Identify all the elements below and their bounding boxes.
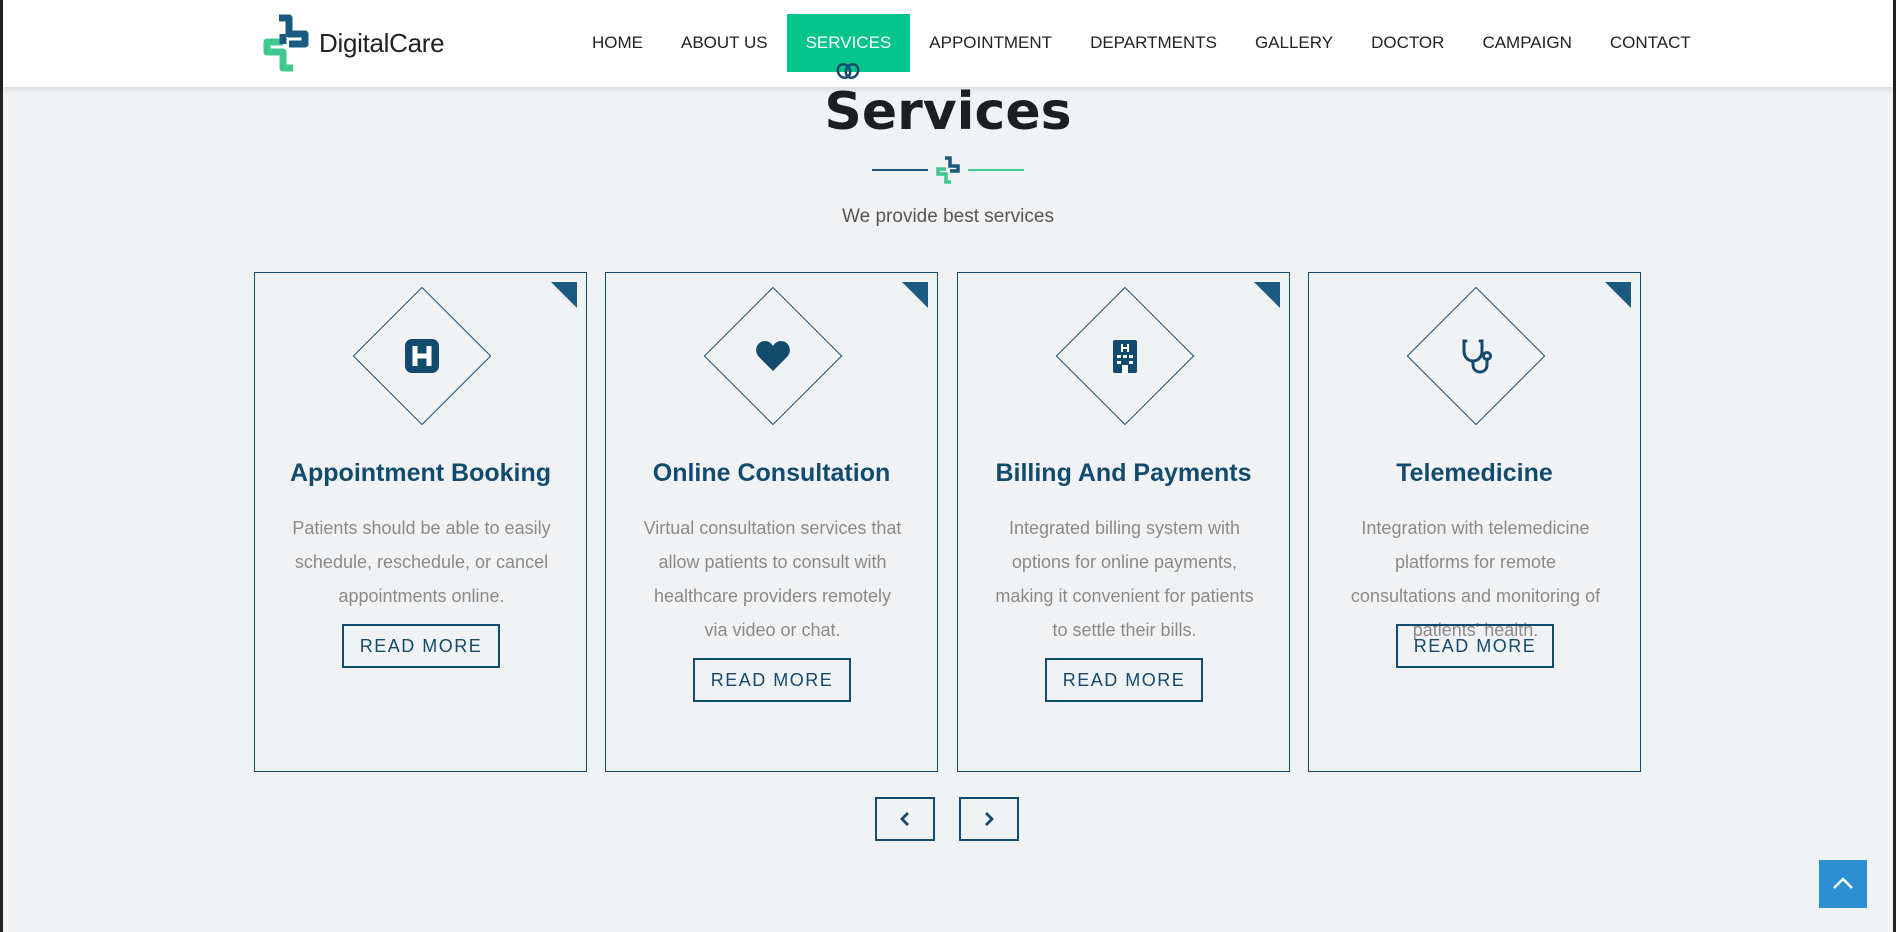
service-title: Online Consultation	[652, 459, 891, 487]
nav-departments[interactable]: DEPARTMENTS	[1071, 14, 1236, 72]
service-title: Telemedicine	[1396, 459, 1553, 487]
card-corner-accent	[902, 282, 928, 308]
service-description: Patients should be able to easily schedu…	[292, 518, 551, 606]
nav-services[interactable]: SERVICES	[786, 14, 911, 80]
read-more-button[interactable]: READ MORE	[1396, 624, 1554, 668]
nav-home[interactable]: HOME	[573, 14, 662, 72]
read-more-button[interactable]: READ MORE	[1045, 658, 1203, 702]
carousel-next-button[interactable]	[959, 797, 1019, 841]
read-more-button[interactable]: READ MORE	[693, 658, 851, 702]
chevron-up-icon	[1833, 877, 1853, 889]
medical-cross-divider-icon	[936, 156, 960, 184]
chevron-left-icon	[900, 812, 909, 826]
nav-doctor[interactable]: DOCTOR	[1352, 14, 1463, 72]
medical-cross-logo-icon	[263, 14, 309, 72]
service-title: Billing And Payments	[995, 459, 1252, 487]
scroll-to-top-button[interactable]	[1819, 860, 1867, 908]
card-corner-accent	[1605, 282, 1631, 308]
divider-line-right	[968, 169, 1024, 171]
nav-campaign[interactable]: CAMPAIGN	[1463, 14, 1590, 72]
section-subtitle: We provide best services	[842, 206, 1054, 227]
brand-logo[interactable]: DigitalCare	[257, 14, 445, 72]
nav-gallery[interactable]: GALLERY	[1236, 14, 1352, 72]
main-nav: HOME ABOUT US SERVICES APPOINTMENT DEPAR…	[573, 14, 1710, 80]
brand-name: DigitalCare	[319, 27, 445, 58]
service-card-appointment-booking: Appointment Booking Patients should be a…	[254, 272, 587, 772]
nav-services-label: SERVICES	[805, 33, 892, 52]
site-header: DigitalCare HOME ABOUT US SERVICES APPOI…	[3, 0, 1893, 87]
section-title: Services	[824, 82, 1072, 142]
nav-contact[interactable]: CONTACT	[1591, 14, 1710, 72]
card-corner-accent	[551, 282, 577, 308]
carousel-prev-button[interactable]	[875, 797, 935, 841]
section-divider	[872, 156, 1024, 184]
divider-line-left	[872, 169, 928, 171]
hospital-building-icon	[1113, 340, 1137, 373]
service-description: Integrated billing system with options f…	[995, 518, 1254, 640]
nav-active-indicator-icon	[836, 62, 860, 80]
hospital-sign-icon	[405, 339, 439, 373]
card-corner-accent	[1254, 282, 1280, 308]
service-description: Virtual consultation services that allow…	[643, 518, 902, 640]
service-card-billing-and-payments: Billing And Payments Integrated billing …	[957, 272, 1290, 772]
chevron-right-icon	[985, 812, 994, 826]
stethoscope-icon	[1462, 339, 1492, 374]
heart-icon	[756, 341, 790, 371]
service-card-telemedicine: Telemedicine Integration with telemedici…	[1308, 272, 1641, 772]
read-more-button[interactable]: READ MORE	[342, 624, 500, 668]
service-title: Appointment Booking	[289, 459, 552, 487]
service-card-online-consultation: Online Consultation Virtual consultation…	[605, 272, 938, 772]
nav-appointment[interactable]: APPOINTMENT	[910, 14, 1071, 72]
nav-about-us[interactable]: ABOUT US	[662, 14, 787, 72]
